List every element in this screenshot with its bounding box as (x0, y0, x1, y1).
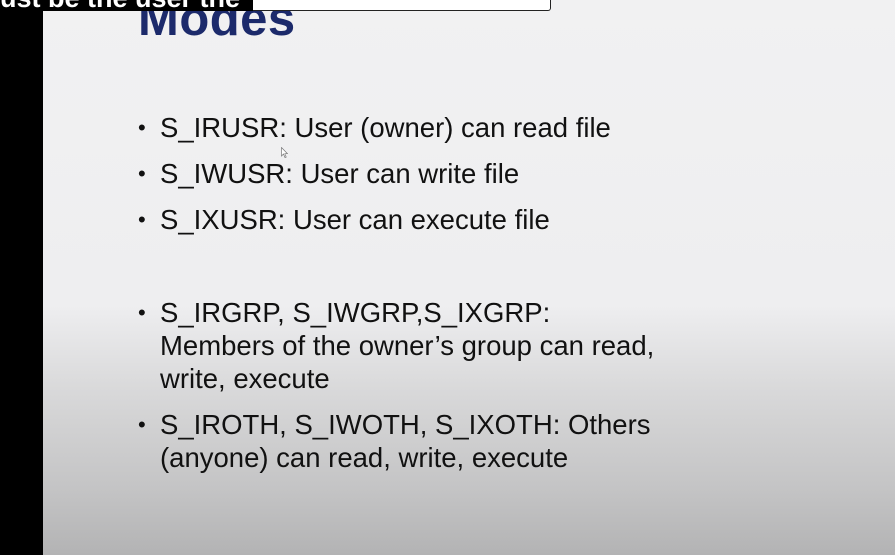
video-frame: Modes • S_IRUSR: User (owner) can read f… (0, 0, 895, 555)
bullet-text: S_IROTH, S_IWOTH, S_IXOTH: Others (anyon… (160, 409, 651, 473)
caption-overlay: ust be the user the (0, 0, 551, 11)
bullet-text: S_IXUSR: User can execute file (160, 204, 550, 235)
bullet-icon: • (138, 412, 146, 437)
list-item: • S_IRGRP, S_IWGRP,S_IXGRP: Members of t… (138, 296, 658, 395)
bullet-text: S_IRUSR: User (owner) can read file (160, 112, 611, 143)
mouse-cursor-icon (281, 147, 288, 158)
bullet-text: S_IWUSR: User can write file (160, 158, 520, 189)
list-item: • S_IROTH, S_IWOTH, S_IXOTH: Others (any… (138, 408, 658, 474)
caption-box (253, 0, 551, 11)
list-item: • S_IXUSR: User can execute file (138, 203, 698, 236)
list-item: • S_IWUSR: User can write file (138, 157, 698, 190)
bullet-text: S_IRGRP, S_IWGRP,S_IXGRP: Members of the… (160, 297, 655, 394)
caption-text: ust be the user the (0, 0, 253, 11)
presentation-slide: Modes • S_IRUSR: User (owner) can read f… (43, 0, 895, 555)
bullet-icon: • (138, 161, 146, 186)
bullet-icon: • (138, 115, 146, 140)
bullet-icon: • (138, 300, 146, 325)
bullet-icon: • (138, 207, 146, 232)
list-item: • S_IRUSR: User (owner) can read file (138, 111, 698, 144)
left-letterbox-bar (0, 0, 43, 555)
